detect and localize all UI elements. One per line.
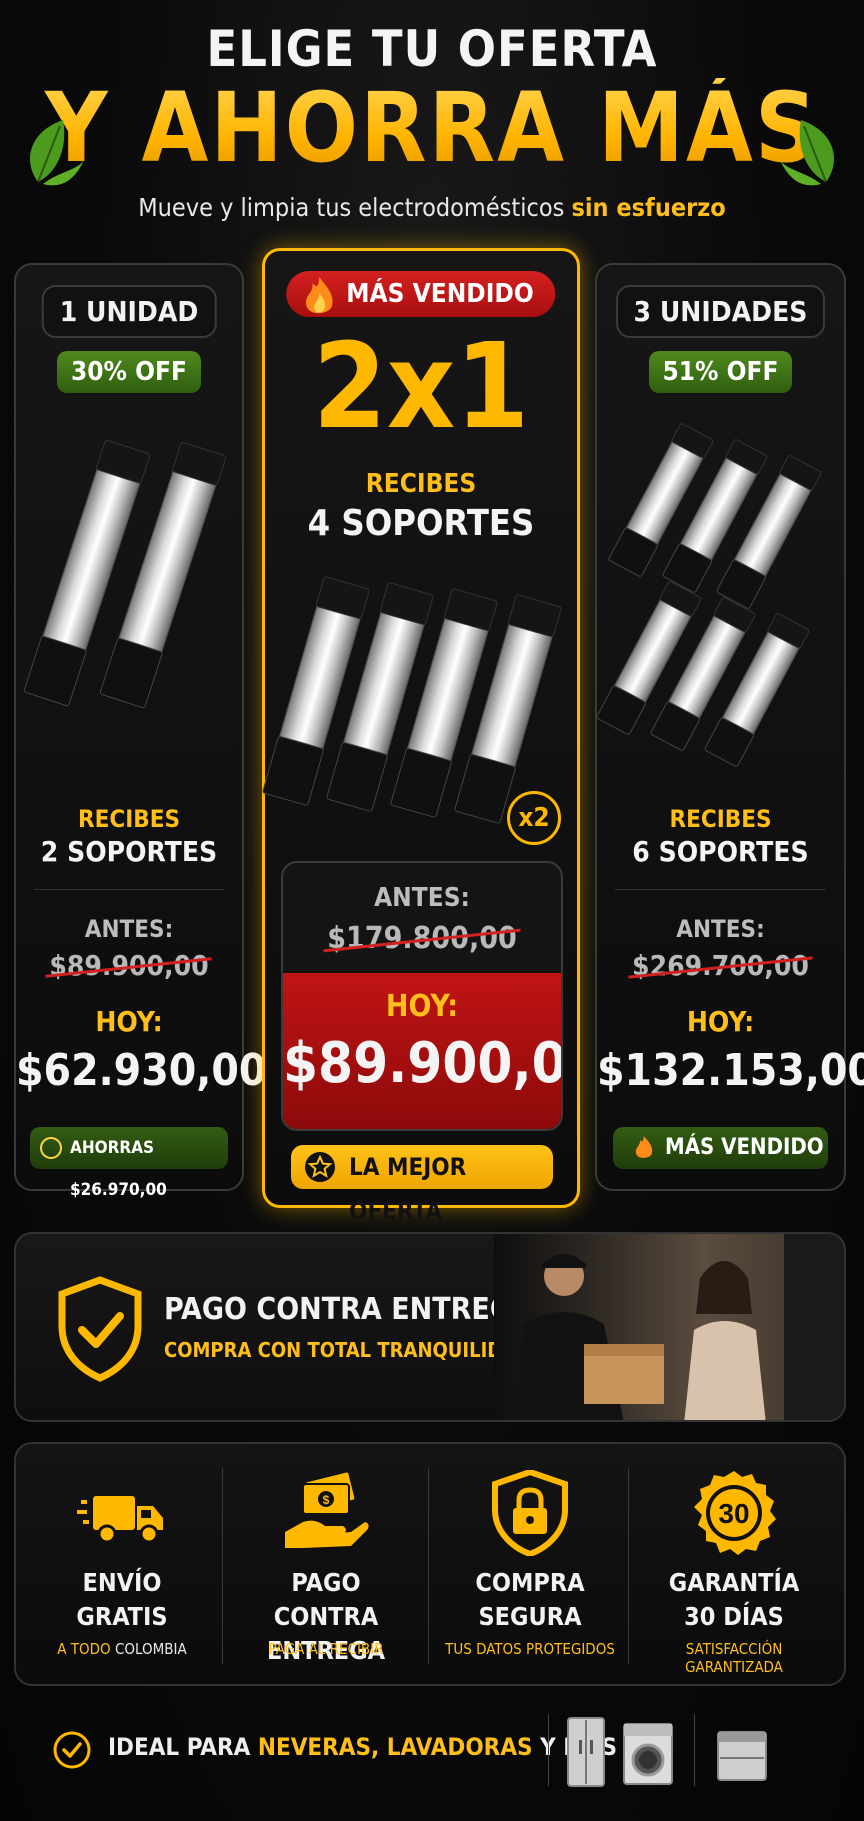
offer-card-2x1[interactable]: MÁS VENDIDO 2x1 RECIBES 4 SOPORTES x2 AN… [262, 248, 580, 1225]
delivery-photo [494, 1234, 844, 1420]
before-label: ANTES: [374, 883, 470, 913]
feature-title-line1: GARANTÍA [668, 1568, 800, 1597]
subtitle-highlight: sin esfuerzo [571, 193, 726, 222]
divider [34, 889, 224, 890]
offer-title: 1 UNIDAD [41, 285, 217, 338]
feature-free-shipping: ENVÍO GRATIS A TODO COLOMBIA [24, 1444, 220, 1684]
divider [694, 1714, 695, 1786]
receive-label: RECIBES [365, 469, 477, 499]
feature-title-line1: PAGO [291, 1568, 361, 1597]
receive-label: RECIBES [77, 805, 180, 833]
today-price: $89.900,00 [283, 1031, 561, 1096]
feature-title-line2: 30 DÍAS [684, 1602, 784, 1631]
receive-qty: 4 SOPORTES [307, 503, 535, 544]
today-price: $132.153,00 [597, 1045, 864, 1096]
best-seller-text: MÁS VENDIDO [665, 1135, 824, 1160]
discount-badge: 30% OFF [57, 351, 201, 393]
best-seller-badge: MÁS VENDIDO [286, 271, 556, 317]
feature-title: GARANTÍA 30 DÍAS [636, 1566, 832, 1634]
shield-check-icon [58, 1276, 142, 1382]
feature-subtitle-rest: COLOMBIA [114, 1640, 187, 1658]
offer-card-3-units[interactable]: 3 UNIDADES 51% OFF RECIBES 6 SOPORTES AN… [595, 263, 864, 1191]
feature-title: ENVÍO GRATIS [24, 1566, 220, 1634]
today-label: HOY: [686, 1005, 755, 1038]
dishwasher-icon [717, 1731, 767, 1781]
discount-badge: 51% OFF [648, 351, 793, 393]
before-price: $89.900,00 [49, 949, 209, 982]
feature-subtitle-highlight: SATISFACCIÓN GARANTIZADA [685, 1640, 783, 1676]
check-circle-icon [53, 1731, 91, 1769]
best-seller-text: MÁS VENDIDO [346, 279, 534, 309]
feature-title: COMPRA SEGURA [432, 1566, 628, 1634]
offer-card-1-unit[interactable]: 1 UNIDAD 30% OFF RECIBES 2 SOPORTES ANTE… [14, 263, 267, 1200]
features-panel: ENVÍO GRATIS A TODO COLOMBIA $ PAGO CONT… [14, 1442, 846, 1686]
subtitle-text: Mueve y limpia tus electrodomésticos [138, 193, 565, 222]
divider [222, 1468, 223, 1664]
today-label: HOY: [385, 989, 459, 1024]
feature-subtitle: PAGA AL RECIBIR [228, 1640, 424, 1658]
divider [428, 1468, 429, 1664]
svg-text:$: $ [323, 1493, 330, 1507]
receive-qty: 2 SOPORTES [40, 835, 218, 868]
divider [615, 889, 826, 890]
truck-icon [77, 1496, 163, 1544]
feature-title-line2: GRATIS [76, 1602, 168, 1631]
star-icon [305, 1152, 335, 1182]
feature-subtitle-highlight: PAGA AL RECIBIR [268, 1640, 384, 1658]
best-offer-badge: LA MEJOR OFERTA [291, 1145, 553, 1225]
today-price-panel: HOY: $89.900,00 [283, 973, 561, 1129]
ideal-for-text: IDEAL PARA NEVERAS, LAVADORAS Y MÁS [108, 1733, 617, 1761]
receive-label: RECIBES [669, 805, 772, 833]
receive-qty: 6 SOPORTES [632, 835, 809, 868]
divider [628, 1468, 629, 1664]
headline-main: Y AHORRA MÁS [0, 78, 864, 178]
feature-title-line1: COMPRA [475, 1568, 585, 1597]
feature-title-line1: ENVÍO [82, 1568, 162, 1597]
flame-icon [305, 277, 333, 314]
ideal-prefix: IDEAL PARA [108, 1733, 251, 1761]
delivery-illustration [514, 1234, 844, 1420]
feature-cod: $ PAGO CONTRA ENTREGA PAGA AL RECIBIR [228, 1444, 424, 1684]
subtitle: Mueve y limpia tus electrodomésticos sin… [0, 193, 864, 222]
padlock-shield-icon [492, 1470, 568, 1556]
cod-subtitle: COMPRA CON TOTAL TRANQUILIDAD [164, 1338, 532, 1362]
today-price: $62.930,00 [16, 1045, 267, 1096]
feature-warranty: 30 GARANTÍA 30 DÍAS SATISFACCIÓN GARANTI… [636, 1444, 832, 1684]
price-box: ANTES: $179.800,00 HOY: $89.900,00 [281, 861, 563, 1131]
feature-subtitle: SATISFACCIÓN GARANTIZADA [636, 1640, 832, 1676]
savings-badge: AHORRAS $26.970,00 [30, 1127, 228, 1200]
fridge-icon [567, 1717, 605, 1787]
before-price: $269.700,00 [632, 949, 809, 982]
cod-title: PAGO CONTRA ENTREGA [164, 1292, 533, 1327]
savings-text: AHORRAS $26.970,00 [70, 1138, 167, 1200]
ideal-highlight: NEVERAS, LAVADORAS [257, 1733, 533, 1761]
money-bag-icon [40, 1137, 62, 1159]
feature-subtitle-highlight: TUS DATOS PROTEGIDOS [445, 1640, 615, 1658]
leaf-icon [780, 120, 834, 186]
best-seller-badge: MÁS VENDIDO [613, 1127, 828, 1169]
headline-top: ELIGE TU OFERTA [206, 20, 658, 78]
best-offer-text: LA MEJOR OFERTA [349, 1153, 467, 1225]
before-price: $179.800,00 [327, 921, 517, 956]
washing-machine-icon [623, 1723, 673, 1785]
cod-banner: PAGO CONTRA ENTREGA COMPRA CON TOTAL TRA… [14, 1232, 846, 1422]
feature-subtitle: A TODO COLOMBIA [24, 1640, 220, 1658]
today-label: HOY: [95, 1005, 163, 1038]
flame-icon [635, 1136, 653, 1158]
divider [548, 1714, 549, 1786]
feature-subtitle-highlight: A TODO [57, 1640, 111, 1658]
promo-2x1: 2x1 [312, 317, 530, 455]
seal-number: 30 [718, 1498, 749, 1529]
feature-secure: COMPRA SEGURA TUS DATOS PROTEGIDOS [432, 1444, 628, 1684]
leaf-icon [30, 120, 84, 186]
feature-subtitle: TUS DATOS PROTEGIDOS [432, 1640, 628, 1658]
feature-title-line2: SEGURA [478, 1602, 582, 1631]
seal-30-icon: 30 [694, 1471, 776, 1555]
offer-title: 3 UNIDADES [615, 285, 826, 338]
multiplier-badge: x2 [507, 791, 561, 845]
before-label: ANTES: [676, 915, 765, 943]
before-label: ANTES: [84, 915, 174, 943]
cash-hand-icon: $ [285, 1470, 369, 1548]
